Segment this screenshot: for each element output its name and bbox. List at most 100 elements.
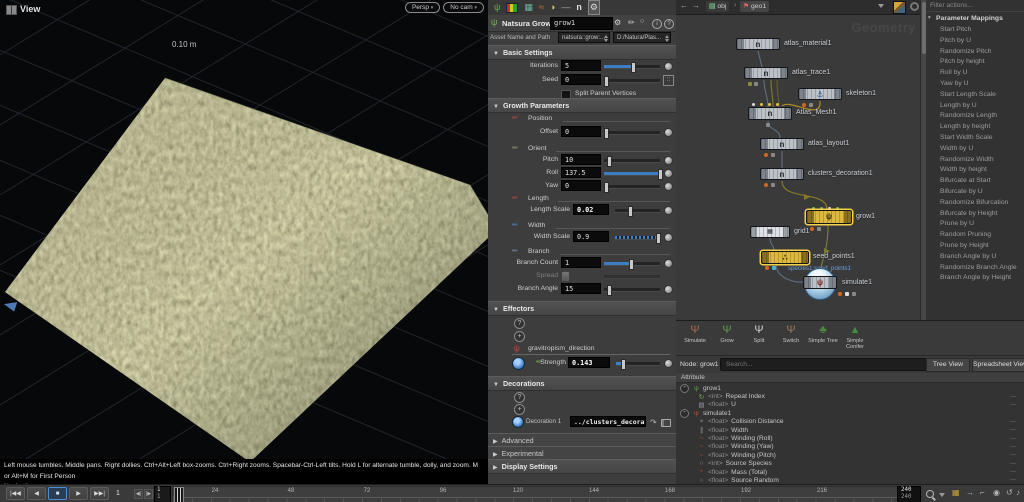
parm-handle-icon[interactable] <box>664 206 673 215</box>
gear-op-icon-active[interactable]: ⚙ <box>587 0 600 15</box>
node-simulate1[interactable]: ψ <box>803 276 837 289</box>
spreadsheet-view-button[interactable]: Spreadsheet View <box>972 358 1024 372</box>
mapping-item[interactable]: Randomize Branch Angle <box>926 263 1024 274</box>
follow-playhead-icon[interactable]: → <box>966 488 974 497</box>
node-input-dot[interactable] <box>768 103 771 106</box>
parm-handle-icon[interactable] <box>664 128 673 137</box>
node-atlas-mesh1[interactable]: n <box>748 107 792 120</box>
attribute-row[interactable]: - ψ simulate1 <box>676 408 1024 418</box>
path-geo1-chip[interactable]: ⚑ geo1 <box>740 1 770 12</box>
mapping-item[interactable]: Prune by Height <box>926 241 1024 252</box>
effector-enable-icon[interactable] <box>512 357 525 370</box>
tree-view-button[interactable]: Tree View <box>926 358 970 372</box>
path-obj-chip[interactable]: ▤ obj <box>706 1 730 12</box>
node-flag-badge[interactable] <box>809 103 813 107</box>
palette-op-icon[interactable] <box>506 2 519 13</box>
attribute-row[interactable]: ○ <int> Source Species — <box>676 460 1024 468</box>
attribute-row[interactable]: ~ <float> Winding (Pitch) — <box>676 451 1024 459</box>
tool-simple-conifer[interactable]: ▲ Simple Conifer <box>839 323 871 355</box>
plant-op-icon[interactable]: ψ <box>494 1 500 14</box>
node-input-dot[interactable] <box>752 103 755 106</box>
parm-handle-icon[interactable] <box>664 285 673 294</box>
strength-slider[interactable] <box>616 359 660 370</box>
section-effectors[interactable]: ▼ Effectors <box>488 301 676 316</box>
mapping-item[interactable]: Length by U <box>926 101 1024 112</box>
node-name-field[interactable]: grow1 <box>550 17 613 30</box>
jump-to-end-button[interactable]: ▶▶| <box>90 487 109 500</box>
help-icon[interactable]: ? <box>664 19 674 29</box>
3d-viewport[interactable]: View Persp ▾ No cam ▾ 0.10 m Left mouse … <box>0 0 489 484</box>
section-decorations[interactable]: ▼ Decorations <box>488 376 676 391</box>
node-input-dot[interactable] <box>760 103 763 106</box>
mapping-item[interactable]: Pitch by height <box>926 57 1024 68</box>
question-circle-icon[interactable]: ? <box>514 318 525 329</box>
mapping-item[interactable]: Width by height <box>926 165 1024 176</box>
forward-arrow-icon[interactable]: → <box>692 1 700 10</box>
brush-icon[interactable]: ✏ <box>628 18 635 27</box>
info-icon[interactable]: i <box>652 19 662 29</box>
back-arrow-icon[interactable]: ← <box>680 1 688 10</box>
section-display-settings[interactable]: ▶ Display Settings <box>488 459 676 474</box>
branch-angle-value[interactable]: 15 <box>561 283 601 294</box>
curve-op-icon[interactable]: ≈ <box>539 1 544 14</box>
node-flag-badge[interactable] <box>845 292 849 296</box>
node-flag-badge[interactable] <box>772 266 776 270</box>
mapping-item[interactable]: Bifurcate by Height <box>926 209 1024 220</box>
network-editor[interactable]: Geometry ← → ▤ obj › ⚑ geo1 n atlas_mate… <box>676 0 921 320</box>
mapping-item[interactable]: Randomize Length <box>926 111 1024 122</box>
attribute-row[interactable]: × <float> Collision Distance — <box>676 418 1024 426</box>
parm-handle-icon[interactable] <box>664 156 673 165</box>
section-basic-settings[interactable]: ▼ Basic Settings <box>488 45 676 60</box>
node-clusters-decoration1[interactable]: n <box>760 168 804 180</box>
attribute-row[interactable]: * <float> Mass (Total) — <box>676 468 1024 476</box>
current-frame-field[interactable]: 1 <box>116 490 120 497</box>
iterations-value[interactable]: 5 <box>561 60 601 71</box>
spinner-icon[interactable] <box>604 35 608 42</box>
attribute-search-input[interactable]: Search... <box>720 358 927 371</box>
parm-handle-icon[interactable] <box>664 233 673 242</box>
timeline-ruler[interactable]: 24 48 72 96 120 144 168 192 216 <box>172 486 898 502</box>
pitch-value[interactable]: 10 <box>561 154 601 165</box>
asset-path-dropdown[interactable]: D:/Natura/Plas... <box>613 32 671 43</box>
attribute-row[interactable]: - ψ grow1 <box>676 383 1024 393</box>
node-flag-badge[interactable] <box>771 183 775 187</box>
node-atlas-trace1[interactable]: n <box>744 67 788 79</box>
node-flag-badge[interactable] <box>802 103 806 107</box>
seed-value[interactable]: 0 <box>561 74 601 85</box>
offset-slider[interactable] <box>604 128 660 139</box>
tool-simple-tree[interactable]: ♣ Simple Tree <box>807 323 839 355</box>
tool-switch[interactable]: Ψ Switch <box>775 323 807 355</box>
color-palette-icon[interactable] <box>893 1 906 14</box>
width-scale-slider[interactable] <box>615 233 661 244</box>
node-chooser-icon[interactable] <box>661 419 671 427</box>
node-atlas-layout1[interactable]: n <box>760 138 804 150</box>
play-reverse-button[interactable]: ◀ <box>27 487 46 500</box>
node-skeleton1[interactable]: ⚓ <box>798 88 842 100</box>
attribute-row[interactable]: ∥ <float> Width — <box>676 426 1024 435</box>
step-back-button[interactable]: ◀| <box>134 489 143 499</box>
node-flag-badge[interactable] <box>754 82 758 86</box>
mapping-item[interactable]: Random Pruning <box>926 230 1024 241</box>
attribute-row[interactable]: ↻ <int> Repeat Index — <box>676 392 1024 401</box>
dice-icon[interactable]: :: <box>663 75 674 86</box>
node-flag-badge[interactable] <box>771 153 775 157</box>
seed-slider[interactable] <box>604 76 660 87</box>
mapping-item[interactable]: Pitch by U <box>926 36 1024 47</box>
mapping-item[interactable]: Bifurcate by U <box>926 187 1024 198</box>
node-seed-points1[interactable]: ∴ <box>761 251 809 264</box>
strength-value[interactable]: 0.143 <box>568 357 610 368</box>
loop-mode-icon[interactable]: ↺ <box>1006 488 1013 497</box>
node-input-dot[interactable] <box>776 103 779 106</box>
yaw-value[interactable]: 0 <box>561 180 601 191</box>
flipbook-icon[interactable]: ▦ <box>952 488 960 497</box>
filter-actions-input[interactable]: Filter actions... <box>926 0 1024 12</box>
length-scale-slider[interactable] <box>615 206 660 217</box>
pane-layout-icon[interactable] <box>6 5 17 15</box>
play-button[interactable]: ▶ <box>69 487 88 500</box>
tool-split[interactable]: Ψ Split <box>743 323 775 355</box>
collapse-icon[interactable]: - <box>680 408 689 418</box>
camera-select-button[interactable]: No cam ▾ <box>443 2 484 13</box>
tool-grow[interactable]: Ψ Grow <box>711 323 743 355</box>
chevron-down-icon[interactable] <box>939 493 945 497</box>
cube-op-icon[interactable]: ▦ <box>524 1 533 14</box>
